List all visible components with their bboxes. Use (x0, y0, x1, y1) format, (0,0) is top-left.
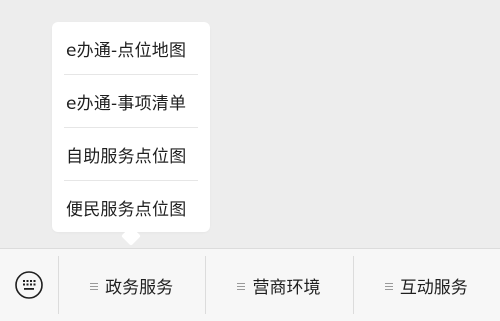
tab-label: 政务服务 (105, 277, 174, 298)
submenu-item-e-office-list[interactable]: e办通-事项清单 (52, 75, 210, 127)
menu-lines-icon (237, 282, 246, 290)
keyboard-icon (15, 271, 43, 299)
submenu-item-e-office-map[interactable]: e办通-点位地图 (52, 22, 210, 74)
submenu-item-self-service-map[interactable]: 自助服务点位图 (52, 128, 210, 180)
submenu-item-label: e办通-事项清单 (66, 93, 187, 114)
menu-lines-icon (384, 282, 393, 290)
submenu-item-label: 便民服务点位图 (66, 199, 187, 220)
submenu-item-label: e办通-点位地图 (66, 40, 187, 61)
screen: e办通-点位地图 e办通-事项清单 自助服务点位图 便民服务点位图 政务服务 营… (0, 0, 500, 321)
bottom-menu-bar: 政务服务 营商环境 互动服务 (0, 248, 500, 321)
menu-lines-icon (90, 282, 99, 290)
submenu-item-convenience-service-map[interactable]: 便民服务点位图 (52, 181, 210, 233)
tab-business-environment[interactable]: 营商环境 (205, 249, 352, 321)
tab-government-services[interactable]: 政务服务 (58, 249, 205, 321)
tab-label: 互动服务 (399, 277, 468, 298)
tab-interactive-services[interactable]: 互动服务 (352, 249, 500, 321)
tab-label: 营商环境 (252, 277, 321, 298)
keyboard-toggle-button[interactable] (0, 249, 58, 321)
submenu-popup: e办通-点位地图 e办通-事项清单 自助服务点位图 便民服务点位图 (52, 22, 210, 232)
submenu-item-label: 自助服务点位图 (66, 146, 187, 167)
